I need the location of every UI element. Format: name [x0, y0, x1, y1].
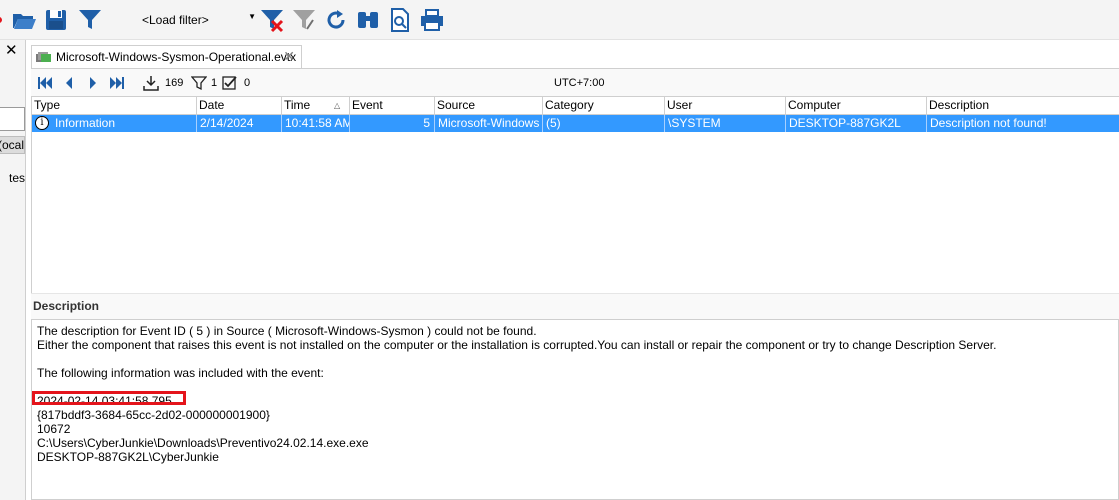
dropdown-arrow-icon: ▼: [248, 12, 256, 21]
filter-settings-icon[interactable]: [290, 6, 318, 34]
cell-type-text: Information: [55, 116, 116, 130]
find-icon[interactable]: [354, 6, 382, 34]
preview-icon[interactable]: [386, 6, 414, 34]
description-line: The description for Event ID ( 5 ) in So…: [37, 324, 537, 338]
tab-label: Microsoft-Windows-Sysmon-Operational.evt…: [56, 50, 297, 64]
highlight-box: [32, 391, 186, 405]
information-icon: i: [35, 115, 49, 130]
print-icon[interactable]: [418, 6, 446, 34]
column-type[interactable]: Type: [32, 97, 197, 115]
checked-count: 0: [244, 77, 251, 89]
grid-header: Type Date Time △ Event Source Category U…: [32, 97, 1119, 115]
cell-category: (5): [543, 115, 665, 132]
load-filter-label: <Load filter>: [142, 13, 209, 27]
description-line: The following information was included w…: [37, 366, 324, 380]
column-source[interactable]: Source: [435, 97, 543, 115]
event-user: DESKTOP-887GK2L\CyberJunkie: [37, 450, 219, 464]
tab-sysmon-log[interactable]: Microsoft-Windows-Sysmon-Operational.evt…: [31, 45, 302, 68]
download-icon[interactable]: [143, 75, 159, 91]
clear-filter-icon[interactable]: [258, 6, 286, 34]
cell-time: 10:41:58 AM: [282, 115, 350, 132]
left-panel-input[interactable]: [0, 107, 25, 131]
record-count: 169: [165, 77, 184, 89]
event-process-id: 10672: [37, 422, 71, 436]
event-guid: {817bddf3-3684-65cc-2d02-000000001900}: [37, 408, 270, 422]
close-icon[interactable]: ✕: [5, 41, 18, 59]
left-panel-item-local[interactable]: ocal): [0, 136, 25, 154]
cell-source: Microsoft-Windows: [435, 115, 543, 132]
timezone-label: UTC+7:00: [554, 77, 605, 89]
cell-user: \SYSTEM: [665, 115, 786, 132]
filter-icon[interactable]: [76, 6, 104, 34]
filter-count: 1: [211, 77, 218, 89]
navigation-bar: 169 1 0 UTC+7:00: [31, 68, 1119, 97]
column-category[interactable]: Category: [543, 97, 665, 115]
event-timestamp: 2024-02-14 03:41:58.795: [37, 394, 172, 408]
column-description[interactable]: Description: [927, 97, 1119, 115]
last-record-icon[interactable]: [109, 75, 125, 91]
column-computer[interactable]: Computer: [786, 97, 927, 115]
open-folder-icon[interactable]: [10, 6, 38, 34]
left-panel: ✕ ocal) tes: [0, 40, 26, 500]
toolbar: <Load filter> ▼: [0, 0, 1119, 40]
column-event[interactable]: Event: [350, 97, 435, 115]
load-filter-dropdown[interactable]: <Load filter> ▼: [138, 10, 260, 30]
log-file-icon: [36, 52, 51, 62]
description-line: Either the component that raises this ev…: [37, 338, 997, 352]
cell-type: i Information: [32, 115, 197, 132]
description-header: Description: [31, 293, 1119, 319]
column-date[interactable]: Date: [197, 97, 282, 115]
event-image-path: C:\Users\CyberJunkie\Downloads\Preventiv…: [37, 436, 369, 450]
cell-event: 5: [350, 115, 435, 132]
checkbox-icon[interactable]: [222, 75, 238, 91]
previous-record-icon[interactable]: [61, 75, 77, 91]
cell-description: Description not found!: [930, 116, 1047, 130]
tab-close-icon[interactable]: ✕: [283, 48, 295, 65]
next-record-icon[interactable]: [85, 75, 101, 91]
cell-computer: DESKTOP-887GK2L: [786, 115, 927, 132]
save-icon[interactable]: [42, 6, 70, 34]
cell-date: 2/14/2024: [197, 115, 282, 132]
event-grid: Type Date Time △ Event Source Category U…: [31, 97, 1119, 293]
filter-count-icon[interactable]: [191, 75, 207, 91]
first-record-icon[interactable]: [37, 75, 53, 91]
table-row[interactable]: i Information 2/14/2024 10:41:58 AM 5 Mic…: [32, 115, 1119, 132]
column-user[interactable]: User: [665, 97, 786, 115]
sort-ascending-icon: △: [334, 101, 341, 110]
description-text[interactable]: The description for Event ID ( 5 ) in So…: [31, 319, 1119, 500]
left-panel-item[interactable]: tes: [0, 171, 25, 185]
refresh-icon[interactable]: [322, 6, 350, 34]
